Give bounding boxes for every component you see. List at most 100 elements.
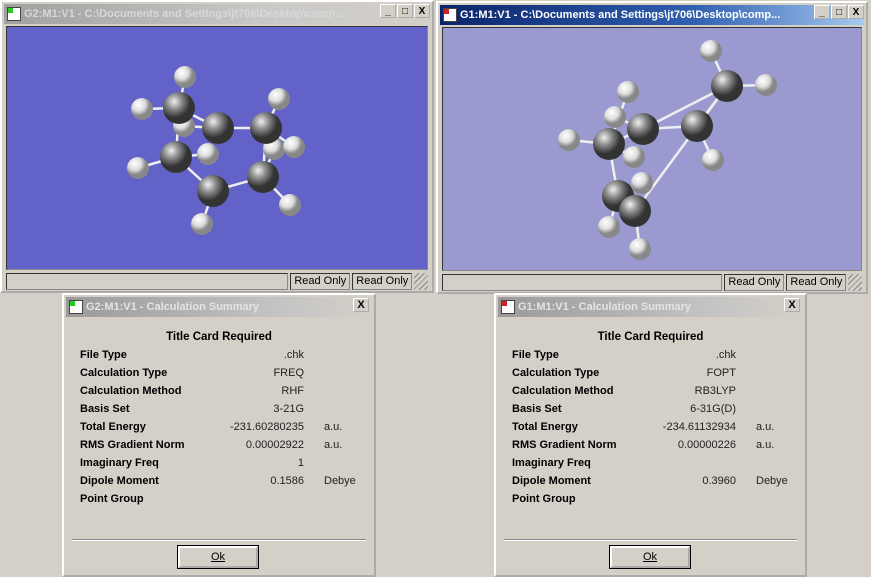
row-label: Point Group [512,493,576,505]
row-value: 0.3960 [702,475,736,487]
dialog-title-bar[interactable]: G2:M1:V1 - Calculation Summary [66,297,372,317]
title-card: Title Card Required [597,331,704,343]
status-field [442,274,723,291]
maximize-button[interactable]: □ [831,5,847,19]
row-label: Dipole Moment [512,475,591,487]
summary-row: Calculation Method RB3LYP [512,385,792,403]
carbon-atom[interactable] [627,113,659,145]
title-card: Title Card Required [166,331,272,343]
row-label: Calculation Type [80,367,168,379]
row-label: RMS Gradient Norm [80,439,185,451]
molecule-window-g1: G1:M1:V1 - C:\Documents and Settings\jt7… [436,1,868,294]
summary-row: Total Energy -234.61132934 a.u. [512,421,792,439]
row-unit: a.u. [324,439,343,451]
row-label: File Type [512,349,559,361]
ok-button[interactable]: Ok [177,545,259,569]
row-label: Imaginary Freq [80,457,159,469]
resize-grip[interactable] [848,274,862,291]
hydrogen-atom[interactable] [127,157,149,179]
close-button[interactable]: X [848,5,864,19]
divider [504,539,797,541]
divider [72,539,366,541]
calculation-summary-dialog-g2: G2:M1:V1 - Calculation Summary X Title C… [62,293,376,577]
row-value: -231.60280235 [229,421,304,433]
carbon-atom[interactable] [160,141,192,173]
hydrogen-atom[interactable] [623,146,645,168]
close-button[interactable]: X [784,298,800,312]
hydrogen-atom[interactable] [629,238,651,260]
row-label: Calculation Method [80,385,182,397]
dialog-title: G1:M1:V1 - Calculation Summary [518,301,691,313]
row-value: .chk [283,349,304,361]
row-unit: a.u. [756,439,775,451]
carbon-atom[interactable] [163,92,195,124]
carbon-atom[interactable] [197,175,229,207]
summary-row: Imaginary Freq [512,457,792,475]
minimize-button[interactable]: _ [380,4,396,18]
hydrogen-atom[interactable] [604,106,626,128]
close-button[interactable]: X [414,4,430,18]
hydrogen-atom[interactable] [598,216,620,238]
summary-row: RMS Gradient Norm 0.00002922 a.u. [80,439,360,457]
hydrogen-atom[interactable] [279,194,301,216]
summary-row: Total Energy -231.60280235 a.u. [80,421,360,439]
window-title-bar[interactable]: G1:M1:V1 - C:\Documents and Settings\jt7… [440,5,864,25]
hydrogen-atom[interactable] [283,136,305,158]
carbon-atom[interactable] [619,195,651,227]
hydrogen-atom[interactable] [617,81,639,103]
read-only-indicator: Read Only [352,273,413,290]
carbon-atom[interactable] [711,70,743,102]
resize-grip[interactable] [414,273,428,290]
row-label: Calculation Method [512,385,614,397]
close-button[interactable]: X [353,298,369,312]
summary-row: File Type .chk [512,349,792,367]
read-only-indicator: Read Only [724,274,785,291]
row-label: Basis Set [512,403,562,415]
row-value: FOPT [706,367,736,379]
maximize-button[interactable]: □ [397,4,413,18]
carbon-atom[interactable] [681,110,713,142]
bond [633,85,729,212]
summary-row: Calculation Type FREQ [80,367,360,385]
window-title-bar[interactable]: G2:M1:V1 - C:\Documents and Settings\jt7… [4,4,430,24]
carbon-atom[interactable] [202,112,234,144]
molecule-model [127,66,305,235]
carbon-atom[interactable] [250,112,282,144]
molecule-model [558,40,777,260]
summary-row: Point Group [512,493,792,511]
hydrogen-atom[interactable] [700,40,722,62]
molecule-viewport[interactable] [442,27,862,271]
hydrogen-atom[interactable] [197,143,219,165]
hydrogen-atom[interactable] [268,88,290,110]
row-label: Imaginary Freq [512,457,591,469]
row-value: 0.00002922 [245,439,304,451]
hydrogen-atom[interactable] [558,129,580,151]
molecule-viewport[interactable] [6,26,428,270]
hydrogen-atom[interactable] [702,149,724,171]
hydrogen-atom[interactable] [174,66,196,88]
minimize-button[interactable]: _ [814,5,830,19]
summary-row: Calculation Method RHF [80,385,360,403]
row-label: Basis Set [80,403,130,415]
summary-row: Dipole Moment 0.3960 Debye [512,475,792,493]
hydrogen-atom[interactable] [131,98,153,120]
gaussview-icon [501,300,515,314]
row-label: RMS Gradient Norm [512,439,617,451]
hydrogen-atom[interactable] [755,74,777,96]
dialog-title-bar[interactable]: G1:M1:V1 - Calculation Summary [498,297,803,317]
row-value: 0.1586 [270,475,304,487]
summary-row: File Type .chk [80,349,360,367]
summary-row: RMS Gradient Norm 0.00000226 a.u. [512,439,792,457]
row-unit: Debye [324,475,356,487]
window-title: G1:M1:V1 - C:\Documents and Settings\jt7… [460,9,781,21]
hydrogen-atom[interactable] [631,172,653,194]
row-label: Point Group [80,493,144,505]
row-label: File Type [80,349,127,361]
row-label: Dipole Moment [80,475,159,487]
carbon-atom[interactable] [593,128,625,160]
hydrogen-atom[interactable] [191,213,213,235]
carbon-atom[interactable] [247,161,279,193]
summary-row: Basis Set 3-21G [80,403,360,421]
ok-button[interactable]: Ok [609,545,691,569]
window-title: G2:M1:V1 - C:\Documents and Settings\jt7… [24,8,345,20]
